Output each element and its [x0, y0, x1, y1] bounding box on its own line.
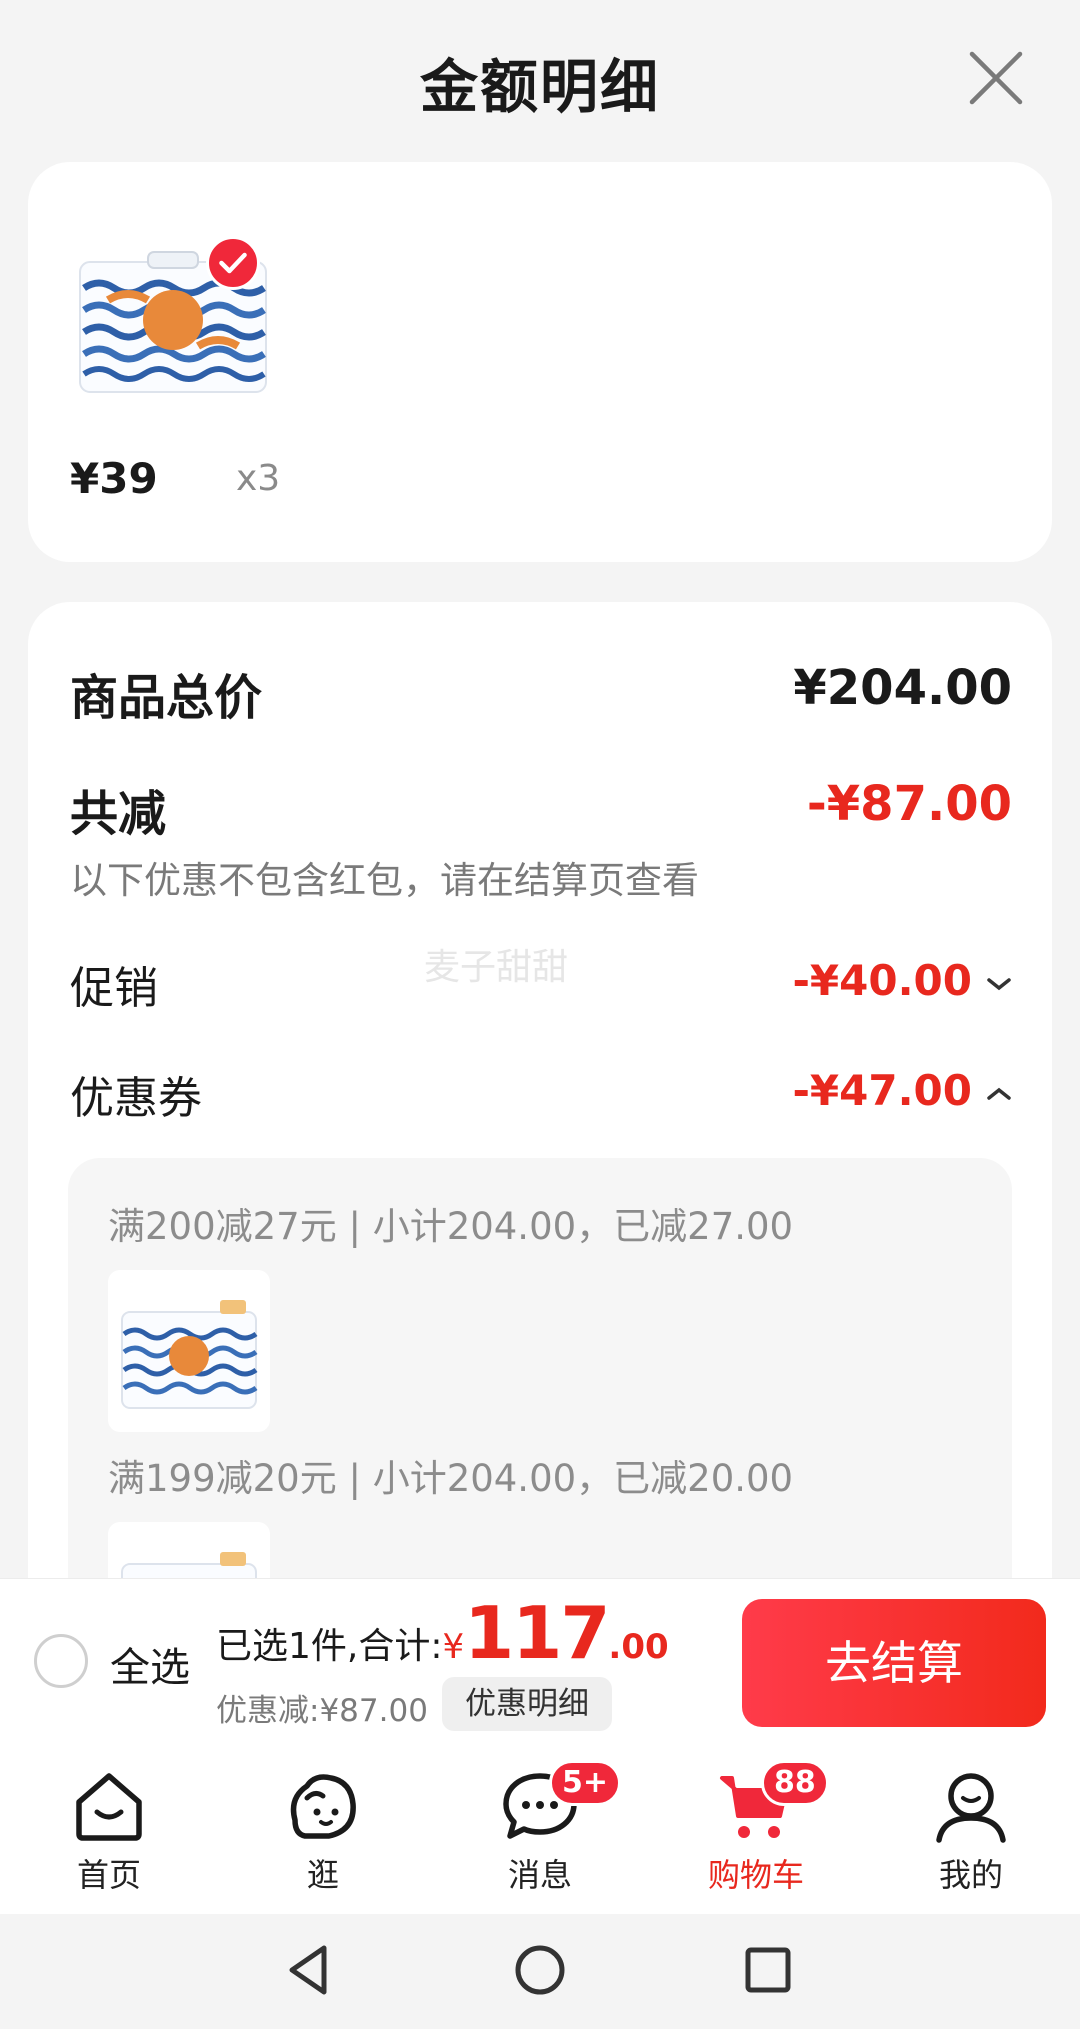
product-quantity: x3	[236, 458, 281, 499]
tab-label: 我的	[938, 1856, 1003, 1894]
total-amount-integer: 117	[464, 1591, 610, 1675]
coupon-value: -¥47.00	[792, 1066, 972, 1115]
sheet-header: 金额明细	[0, 0, 1080, 160]
chevron-down-icon	[987, 977, 1011, 990]
tab-browse[interactable]: 逛	[248, 1768, 398, 1896]
profile-icon	[936, 1773, 1006, 1843]
promotion-value: -¥40.00	[792, 956, 972, 1005]
tab-profile[interactable]: 我的	[896, 1768, 1046, 1896]
discount-detail-button[interactable]: 优惠明细	[442, 1677, 612, 1731]
total-reduction-value: -¥87.00	[806, 776, 1012, 832]
total-prefix: 已选1件,合计:	[216, 1626, 443, 1667]
total-summary: 已选1件,合计:¥117.00	[216, 1591, 669, 1675]
discount-summary: 优惠减:¥87.00	[216, 1693, 428, 1729]
tab-label: 消息	[507, 1856, 572, 1894]
chevron-up-icon	[987, 1087, 1011, 1100]
coupon-rule-1: 满200减27元 | 小计204.00，已减27.00	[108, 1205, 794, 1248]
tab-label: 购物车	[707, 1856, 804, 1894]
total-amount-decimal: .00	[608, 1627, 669, 1667]
checkout-bar: 全选 已选1件,合计:¥117.00 优惠减:¥87.00 优惠明细 去结算	[0, 1578, 1080, 1744]
total-currency: ¥	[442, 1627, 465, 1667]
tab-messages[interactable]: 消息 5+	[465, 1760, 622, 1896]
coupon-rule-2: 满199减20元 | 小计204.00，已减20.00	[108, 1457, 794, 1500]
promotion-label: 促销	[70, 963, 158, 1014]
recents-icon[interactable]	[744, 1942, 792, 1998]
goods-total-value: ¥204.00	[793, 660, 1012, 716]
tab-home[interactable]: 首页	[34, 1768, 184, 1896]
bottom-tab-bar: 首页 逛 消息 5+ 购物车 88 我的	[0, 1744, 1080, 1914]
tab-cart[interactable]: 购物车 88	[681, 1760, 831, 1896]
cart-badge: 88	[761, 1760, 829, 1806]
tab-label: 逛	[306, 1856, 339, 1894]
tab-label: 首页	[76, 1856, 141, 1894]
sheet-title: 金额明细	[419, 53, 660, 121]
select-all-radio[interactable]	[34, 1634, 88, 1688]
goods-total-label: 商品总价	[70, 670, 263, 726]
watermark: 麦子甜甜	[424, 947, 569, 988]
home-icon	[76, 1773, 142, 1841]
message-badge: 5+	[549, 1760, 622, 1806]
back-icon[interactable]	[284, 1942, 332, 1998]
product-price: ¥39	[70, 454, 158, 503]
system-nav-bar	[0, 1914, 1080, 2029]
coupon-label: 优惠券	[70, 1073, 202, 1124]
home-circle-icon[interactable]	[514, 1942, 566, 1998]
total-reduction-label: 共减	[70, 786, 167, 842]
selected-check-icon[interactable]	[206, 236, 260, 290]
discount-note: 以下优惠不包含红包，请在结算页查看	[70, 859, 699, 902]
close-icon[interactable]	[966, 48, 1026, 108]
browse-icon	[290, 1774, 356, 1839]
select-all-label[interactable]: 全选	[110, 1635, 190, 1693]
coupon-row-toggle[interactable]: -¥47.00	[792, 1066, 1012, 1115]
product-card: ¥39 x3	[28, 162, 1052, 562]
promotion-row-toggle[interactable]: -¥40.00	[792, 956, 1012, 1005]
coupon-product-thumbnail	[108, 1270, 270, 1432]
checkout-button[interactable]: 去结算	[742, 1599, 1046, 1727]
